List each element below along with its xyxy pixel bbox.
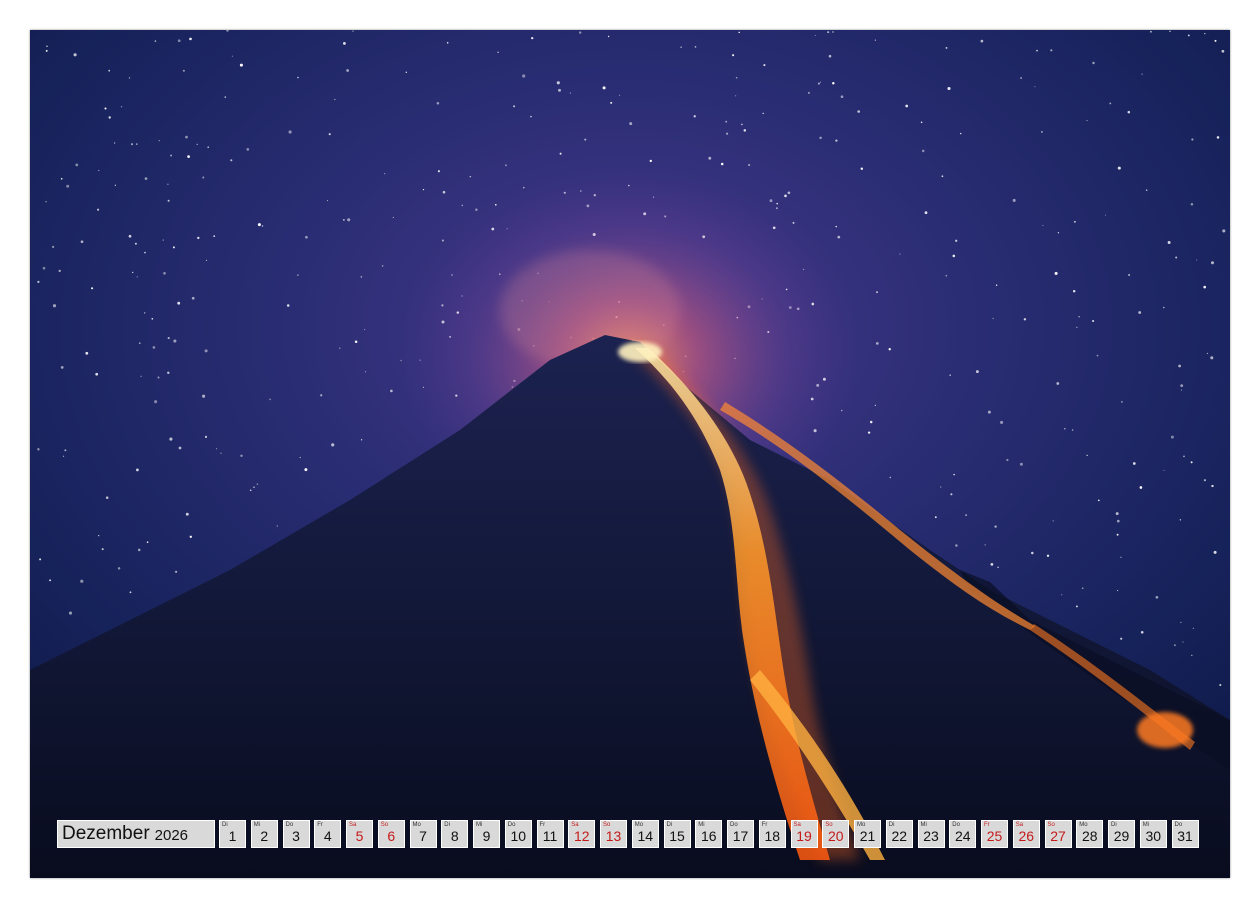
day-cell: Do 10 <box>504 820 532 848</box>
day-cell: Sa 12 <box>568 820 596 848</box>
day-cell: Mo 21 <box>854 820 881 848</box>
day-number: 16 <box>700 828 717 844</box>
day-cell: Do 17 <box>727 820 754 848</box>
day-number: 25 <box>986 828 1003 844</box>
day-number: 9 <box>482 828 491 844</box>
day-number: 29 <box>1113 828 1130 844</box>
day-number: 23 <box>923 828 939 844</box>
day-number: 14 <box>637 828 654 844</box>
day-cell: Mi 23 <box>917 820 945 848</box>
day-number: 24 <box>954 828 971 844</box>
day-number: 8 <box>450 828 459 844</box>
day-cell: So 27 <box>1044 820 1072 848</box>
volcano-photo <box>30 30 1230 878</box>
day-number: 11 <box>542 828 558 844</box>
day-cell: Di 8 <box>441 820 469 848</box>
day-cell: Mo 14 <box>631 820 659 848</box>
day-number: 2 <box>260 828 269 844</box>
day-cell: Fr 11 <box>536 820 564 848</box>
day-number: 20 <box>827 828 844 844</box>
day-cell: So 13 <box>600 820 627 848</box>
day-number: 15 <box>669 828 685 844</box>
day-cell: Sa 5 <box>346 820 373 848</box>
day-number: 21 <box>859 828 876 844</box>
day-number: 28 <box>1081 828 1098 844</box>
volcano-eruption-image <box>30 30 1230 878</box>
day-cell: Di 1 <box>219 820 246 848</box>
year: 2026 <box>154 827 189 844</box>
day-cell: Mo 7 <box>409 820 437 848</box>
day-cell: Fr 18 <box>758 820 786 848</box>
day-cell: Sa 26 <box>1012 820 1040 848</box>
day-number: 7 <box>419 828 427 844</box>
day-number: 4 <box>323 828 332 844</box>
day-number: 19 <box>796 828 812 844</box>
day-cells: Di 1 Mi 2 Do 3 Fr 4 Sa 5 So 6 Mo 7 Di 8 Mi 9 Do 10 Fr 11 Sa 12 S… <box>219 820 1203 850</box>
day-cell: Fr 4 <box>314 820 342 848</box>
day-cell: Do 3 <box>282 820 310 848</box>
day-cell: Di 29 <box>1108 820 1135 848</box>
day-cell: So 20 <box>822 820 850 848</box>
day-number: 17 <box>732 828 749 844</box>
day-cell: Di 15 <box>663 820 691 848</box>
day-number: 3 <box>292 828 300 844</box>
day-cell: Do 24 <box>949 820 977 848</box>
day-cell: Sa 19 <box>790 820 818 848</box>
day-number: 27 <box>1050 828 1066 844</box>
day-number: 31 <box>1177 828 1193 844</box>
day-cell: Mi 2 <box>250 820 278 848</box>
day-cell: Mi 16 <box>695 820 723 848</box>
day-number: 18 <box>764 828 781 844</box>
day-cell: Mi 9 <box>473 820 500 848</box>
day-cell: Fr 25 <box>981 820 1008 848</box>
day-number: 6 <box>387 828 396 844</box>
day-cell: Di 22 <box>885 820 913 848</box>
day-cell: Mi 30 <box>1139 820 1167 848</box>
day-cell: Do 31 <box>1171 820 1199 848</box>
day-cell: So 6 <box>377 820 405 848</box>
month-name: Dezember <box>62 823 150 844</box>
month-label: Dezember 2026 <box>57 820 215 848</box>
day-number: 22 <box>891 828 908 844</box>
day-cell: Mo 28 <box>1076 820 1104 848</box>
day-number: 12 <box>573 828 590 844</box>
day-number: 5 <box>355 828 364 844</box>
day-number: 30 <box>1145 828 1162 844</box>
day-number: 1 <box>228 828 237 844</box>
day-number: 13 <box>605 828 622 844</box>
calendar-strip: Dezember 2026 Di 1 Mi 2 Do 3 Fr 4 Sa 5 So 6 Mo 7 Di 8 Mi… <box>57 820 1203 850</box>
day-number: 10 <box>510 828 527 844</box>
day-number: 26 <box>1018 828 1035 844</box>
